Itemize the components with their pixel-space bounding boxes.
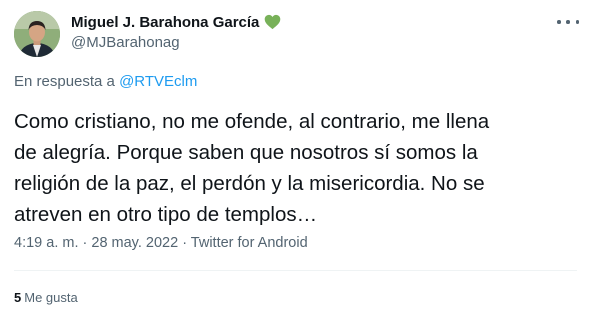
tweet-source[interactable]: Twitter for Android xyxy=(191,235,308,251)
tweet-time[interactable]: 4:19 a. m. xyxy=(14,235,78,251)
more-dot-icon xyxy=(575,20,579,24)
likes-stat[interactable]: 5 Me gusta xyxy=(14,290,78,305)
more-options-button[interactable] xyxy=(557,15,579,29)
green-heart-icon xyxy=(264,14,281,30)
likes-label: Me gusta xyxy=(24,290,78,305)
tweet-meta: 4:19 a. m. · 28 may. 2022 · Twitter for … xyxy=(14,235,308,251)
tweet-text: Como cristiano, no me ofende, al contrar… xyxy=(14,110,490,226)
display-name[interactable]: Miguel J. Barahona García xyxy=(71,14,259,31)
likes-count: 5 xyxy=(14,290,22,305)
more-dot-icon xyxy=(566,20,570,24)
tweet-date[interactable]: 28 may. 2022 xyxy=(91,235,178,251)
author-handle[interactable]: @MJBarahonag xyxy=(71,34,281,51)
reply-mention-link[interactable]: @RTVEclm xyxy=(119,73,197,90)
divider xyxy=(14,270,577,271)
tweet-header: Miguel J. Barahona García @MJBarahonag xyxy=(14,9,579,59)
reply-context: En respuesta a @RTVEclm xyxy=(14,73,197,90)
meta-separator: · xyxy=(178,235,191,251)
reply-prefix: En respuesta a xyxy=(14,73,120,90)
avatar[interactable] xyxy=(14,11,60,57)
avatar-image xyxy=(14,11,60,57)
display-name-row: Miguel J. Barahona García xyxy=(71,12,281,32)
author-names: Miguel J. Barahona García @MJBarahonag xyxy=(71,12,281,51)
tweet: Miguel J. Barahona García @MJBarahonag E… xyxy=(0,0,591,318)
more-dot-icon xyxy=(557,20,561,24)
meta-separator: · xyxy=(78,235,92,251)
